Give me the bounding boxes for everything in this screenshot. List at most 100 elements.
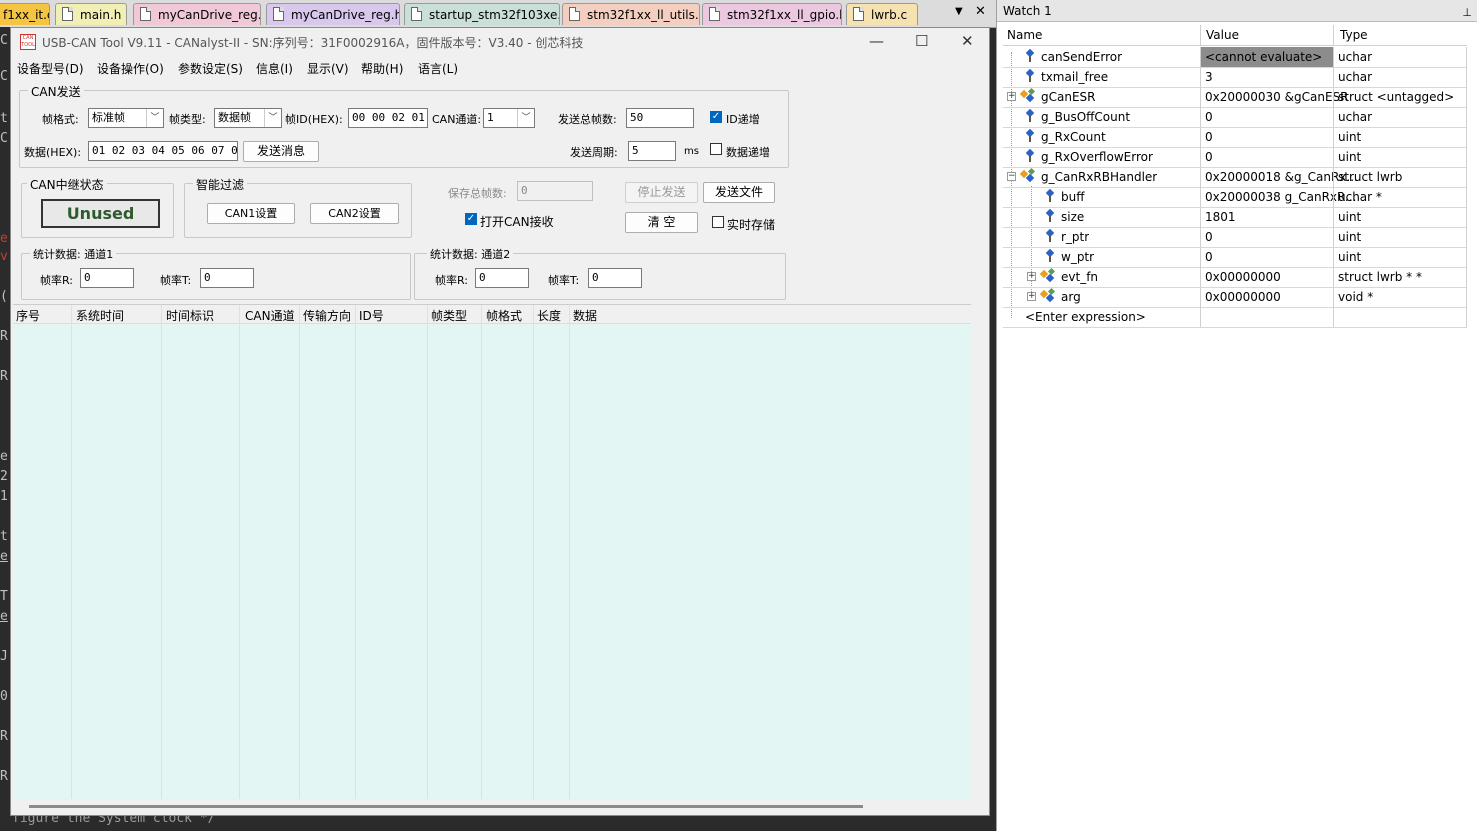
enter-expression-row[interactable]: <Enter expression> xyxy=(1003,307,1467,328)
column-header[interactable]: 传输方向 xyxy=(303,307,351,324)
data-hex-input[interactable]: 01 02 03 04 05 06 07 08 xyxy=(88,141,238,161)
watch-value[interactable]: 0x20000018 &g_CanRx... xyxy=(1205,167,1358,187)
menu-language[interactable]: 语言(L) xyxy=(418,60,458,77)
watch-name: gCanESR xyxy=(1041,90,1096,104)
watch-value[interactable]: 0x00000000 xyxy=(1205,267,1281,287)
watch-row[interactable]: g_RxOverflowError 0 uint xyxy=(1003,147,1467,168)
send-file-button[interactable]: 发送文件 xyxy=(703,182,775,203)
can2-settings-button[interactable]: CAN2设置 xyxy=(310,203,399,224)
title-bar: CAN TOOL USB-CAN Tool V9.11 - CANalyst-I… xyxy=(11,28,989,56)
menu-display[interactable]: 显示(V) xyxy=(307,60,349,77)
editor-tab[interactable]: f1xx_it.c xyxy=(0,3,50,25)
id-increment-checkbox[interactable]: ✓ xyxy=(710,111,722,123)
minimize-icon[interactable]: — xyxy=(869,32,884,50)
watch-row[interactable]: size 1801 uint xyxy=(1003,207,1467,228)
gutter-char: t xyxy=(0,111,8,126)
editor-tab[interactable]: main.h xyxy=(55,3,127,25)
realtime-save-checkbox[interactable] xyxy=(712,216,724,228)
watch-value[interactable]: 0 xyxy=(1205,107,1213,127)
column-divider xyxy=(1333,47,1334,67)
column-header[interactable]: 序号 xyxy=(16,307,40,324)
total-frames-input[interactable]: 50 xyxy=(626,108,694,128)
editor-tab[interactable]: myCanDrive_reg.h xyxy=(266,3,400,25)
frame-id-input[interactable]: 00 00 02 01 xyxy=(348,108,428,128)
watch-row[interactable]: − g_CanRxRBHandler 0x20000018 &g_CanRx..… xyxy=(1003,167,1467,188)
tab-list-dropdown-icon[interactable]: ▼ xyxy=(955,6,963,17)
close-icon[interactable]: ✕ xyxy=(961,32,974,50)
watch-value[interactable]: <cannot evaluate> xyxy=(1201,47,1333,67)
clear-button[interactable]: 清 空 xyxy=(625,212,698,233)
column-header[interactable]: CAN通道 xyxy=(245,307,295,324)
watch-type: uchar * xyxy=(1338,190,1382,204)
column-divider xyxy=(1466,227,1467,247)
editor-tab-label: stm32f1xx_ll_gpio.h xyxy=(727,8,842,22)
send-message-button[interactable]: 发送消息 xyxy=(243,141,319,162)
watch-row[interactable]: txmail_free 3 uchar xyxy=(1003,67,1467,88)
column-divider xyxy=(1200,207,1201,227)
watch-value[interactable]: 0 xyxy=(1205,247,1213,267)
collapse-icon[interactable]: − xyxy=(1007,172,1016,181)
gutter-char: R xyxy=(0,729,8,744)
column-header[interactable]: 时间标识 xyxy=(166,307,214,324)
frame-type-select[interactable]: 数据帧 ﹀ xyxy=(214,108,282,128)
watch-column-value[interactable]: Value xyxy=(1206,28,1239,42)
watch-row[interactable]: w_ptr 0 uint xyxy=(1003,247,1467,268)
editor-tab[interactable]: myCanDrive_reg.c xyxy=(133,3,261,25)
open-can-receive-checkbox[interactable]: ✓ xyxy=(465,213,477,225)
watch-value[interactable]: 0 xyxy=(1205,227,1213,247)
column-divider xyxy=(1333,87,1334,107)
watch-row[interactable]: g_RxCount 0 uint xyxy=(1003,127,1467,148)
frame-id-label: 帧ID(HEX): xyxy=(285,113,343,126)
frame-format-select[interactable]: 标准帧 ﹀ xyxy=(88,108,164,128)
message-list[interactable]: 序号 系统时间 时间标识 CAN通道 传输方向 ID号 帧类型 帧格式 长度 数… xyxy=(13,304,971,799)
watch-value[interactable]: 0 xyxy=(1205,147,1213,167)
enter-expression-placeholder[interactable]: <Enter expression> xyxy=(1025,307,1146,327)
horizontal-scrollbar[interactable] xyxy=(29,805,863,808)
watch-row[interactable]: r_ptr 0 uint xyxy=(1003,227,1467,248)
editor-tab[interactable]: startup_stm32f103xe.s xyxy=(404,3,560,25)
watch-row[interactable]: + evt_fn 0x00000000 struct lwrb * * xyxy=(1003,267,1467,288)
column-header[interactable]: 帧类型 xyxy=(431,307,467,324)
watch-row[interactable]: + arg 0x00000000 void * xyxy=(1003,287,1467,308)
pin-icon[interactable]: ⊥ xyxy=(1462,2,1472,24)
column-header[interactable]: 长度 xyxy=(537,307,561,324)
editor-tab[interactable]: lwrb.c xyxy=(846,3,918,25)
menu-help[interactable]: 帮助(H) xyxy=(361,60,403,77)
send-period-input[interactable]: 5 xyxy=(628,141,676,161)
can-channel-select[interactable]: 1 ﹀ xyxy=(483,108,535,128)
stop-send-button[interactable]: 停止发送 xyxy=(625,182,698,203)
expand-icon[interactable]: + xyxy=(1027,272,1036,281)
editor-tab[interactable]: stm32f1xx_ll_gpio.h xyxy=(702,3,842,25)
watch-row[interactable]: buff 0x20000038 g_CanRxR... uchar * xyxy=(1003,187,1467,208)
tab-close-icon[interactable]: ✕ xyxy=(975,4,986,19)
column-divider xyxy=(1333,187,1334,207)
watch-value[interactable]: 1801 xyxy=(1205,207,1236,227)
watch-value[interactable]: 0x20000030 &gCanESR xyxy=(1205,87,1348,107)
watch-value[interactable]: 0 xyxy=(1205,127,1213,147)
menu-info[interactable]: 信息(I) xyxy=(256,60,293,77)
menu-device-model[interactable]: 设备型号(D) xyxy=(17,60,84,77)
file-icon xyxy=(140,7,151,21)
data-increment-checkbox[interactable] xyxy=(710,143,722,155)
watch-title-text: Watch 1 xyxy=(1003,4,1052,18)
editor-tab-label: stm32f1xx_ll_utils.c xyxy=(587,8,700,22)
watch-value[interactable]: 3 xyxy=(1205,67,1213,87)
menu-parameters[interactable]: 参数设定(S) xyxy=(178,60,243,77)
expand-icon[interactable]: + xyxy=(1027,292,1036,301)
watch-column-name[interactable]: Name xyxy=(1007,28,1042,42)
column-header[interactable]: 系统时间 xyxy=(76,307,124,324)
expand-icon[interactable]: + xyxy=(1007,92,1016,101)
watch-value[interactable]: 0x00000000 xyxy=(1205,287,1281,307)
watch-row[interactable]: + gCanESR 0x20000030 &gCanESR struct <un… xyxy=(1003,87,1467,108)
column-header[interactable]: ID号 xyxy=(359,307,384,324)
maximize-icon[interactable]: ☐ xyxy=(915,32,928,50)
watch-row[interactable]: g_BusOffCount 0 uchar xyxy=(1003,107,1467,128)
gutter-char: ( xyxy=(0,289,8,304)
column-header[interactable]: 帧格式 xyxy=(486,307,522,324)
menu-device-operation[interactable]: 设备操作(O) xyxy=(97,60,164,77)
column-header[interactable]: 数据 xyxy=(573,307,597,324)
watch-column-type[interactable]: Type xyxy=(1340,28,1368,42)
editor-tab[interactable]: stm32f1xx_ll_utils.c xyxy=(562,3,700,25)
can1-settings-button[interactable]: CAN1设置 xyxy=(207,203,295,224)
watch-row[interactable]: canSendError <cannot evaluate> uchar xyxy=(1003,47,1467,68)
